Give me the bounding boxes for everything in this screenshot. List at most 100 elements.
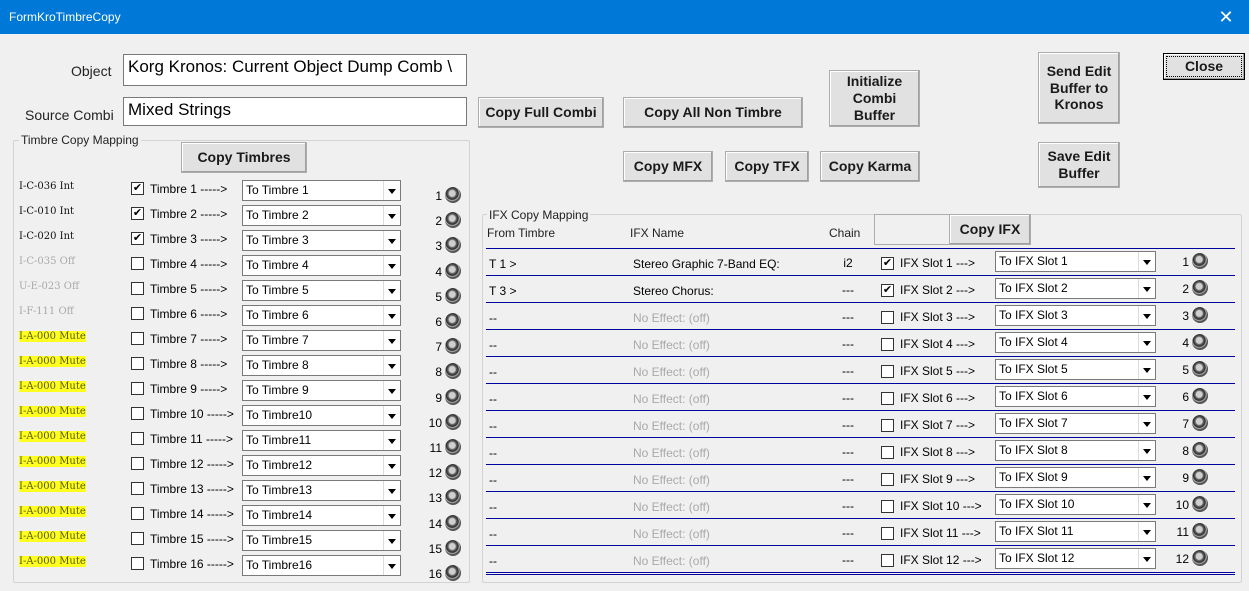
chevron-down-icon[interactable] xyxy=(383,406,400,425)
ifx-target-select-11[interactable]: To IFX Slot 11 xyxy=(995,521,1156,542)
timbre-target-select-11[interactable]: To Timbre11 xyxy=(242,430,401,451)
chevron-down-icon[interactable] xyxy=(383,356,400,375)
timbre-target-select-14[interactable]: To Timbre14 xyxy=(242,505,401,526)
timbre-checkbox-7[interactable] xyxy=(131,332,144,345)
ifx-target-select-10[interactable]: To IFX Slot 10 xyxy=(995,494,1156,515)
ifx-checkbox-9[interactable] xyxy=(881,473,894,486)
copy-timbres-button[interactable]: Copy Timbres xyxy=(181,142,307,173)
ifx-checkbox-8[interactable] xyxy=(881,446,894,459)
timbre-checkbox-3[interactable]: ✔ xyxy=(131,232,144,245)
ifx-checkbox-11[interactable] xyxy=(881,527,894,540)
ifx-target-select-4[interactable]: To IFX Slot 4 xyxy=(995,332,1156,353)
timbre-checkbox-12[interactable] xyxy=(131,457,144,470)
ifx-target-select-3[interactable]: To IFX Slot 3 xyxy=(995,305,1156,326)
ifx-checkbox-6[interactable] xyxy=(881,392,894,405)
ifx-target-select-2[interactable]: To IFX Slot 2 xyxy=(995,278,1156,299)
timbre-checkbox-10[interactable] xyxy=(131,407,144,420)
ifx-target-select-12[interactable]: To IFX Slot 12 xyxy=(995,548,1156,569)
chevron-down-icon[interactable] xyxy=(383,456,400,475)
ifx-checkbox-2[interactable]: ✔ xyxy=(881,284,894,297)
timbre-target-select-5[interactable]: To Timbre 5 xyxy=(242,280,401,301)
ifx-checkbox-12[interactable] xyxy=(881,554,894,567)
chevron-down-icon[interactable] xyxy=(383,281,400,300)
chevron-down-icon[interactable] xyxy=(1138,495,1155,514)
timbre-checkbox-5[interactable] xyxy=(131,282,144,295)
timbre-checkbox-14[interactable] xyxy=(131,507,144,520)
chevron-down-icon[interactable] xyxy=(383,431,400,450)
timbre-checkbox-11[interactable] xyxy=(131,432,144,445)
timbre-target-select-3[interactable]: To Timbre 3 xyxy=(242,230,401,251)
chevron-down-icon[interactable] xyxy=(1138,441,1155,460)
chevron-down-icon[interactable] xyxy=(1138,306,1155,325)
timbre-checkbox-9[interactable] xyxy=(131,382,144,395)
timbre-checkbox-1[interactable]: ✔ xyxy=(131,182,144,195)
chevron-down-icon[interactable] xyxy=(383,331,400,350)
timbre-target-select-10[interactable]: To Timbre10 xyxy=(242,405,401,426)
chevron-down-icon[interactable] xyxy=(1138,387,1155,406)
ifx-checkbox-7[interactable] xyxy=(881,419,894,432)
timbre-target-select-9[interactable]: To Timbre 9 xyxy=(242,380,401,401)
timbre-target-select-2[interactable]: To Timbre 2 xyxy=(242,205,401,226)
chevron-down-icon[interactable] xyxy=(1138,468,1155,487)
ifx-checkbox-1[interactable]: ✔ xyxy=(881,257,894,270)
copy-karma-button[interactable]: Copy Karma xyxy=(820,151,920,182)
send-edit-buffer-button[interactable]: Send Edit Buffer to Kronos xyxy=(1038,52,1120,124)
timbre-target-select-16[interactable]: To Timbre16 xyxy=(242,555,401,576)
ifx-target-select-6[interactable]: To IFX Slot 6 xyxy=(995,386,1156,407)
timbre-target-select-13[interactable]: To Timbre13 xyxy=(242,480,401,501)
chevron-down-icon[interactable] xyxy=(1138,414,1155,433)
ifx-target-select-9[interactable]: To IFX Slot 9 xyxy=(995,467,1156,488)
timbre-target-select-1[interactable]: To Timbre 1 xyxy=(242,180,401,201)
chevron-down-icon[interactable] xyxy=(383,556,400,575)
chevron-down-icon[interactable] xyxy=(383,481,400,500)
ifx-checkbox-5[interactable] xyxy=(881,365,894,378)
source-combi-field[interactable]: Mixed Strings xyxy=(123,97,467,126)
timbre-checkbox-6[interactable] xyxy=(131,307,144,320)
ifx-checkbox-4[interactable] xyxy=(881,338,894,351)
copy-all-non-timbre-button[interactable]: Copy All Non Timbre xyxy=(623,97,803,128)
initialize-combi-buffer-button[interactable]: Initialize Combi Buffer xyxy=(829,70,920,127)
chevron-down-icon[interactable] xyxy=(383,231,400,250)
timbre-program-8: I-A-000 Mute xyxy=(19,356,86,367)
ifx-target-select-8[interactable]: To IFX Slot 8 xyxy=(995,440,1156,461)
ifx-checkbox-10[interactable] xyxy=(881,500,894,513)
chevron-down-icon[interactable] xyxy=(1138,333,1155,352)
copy-ifx-button[interactable]: Copy IFX xyxy=(949,214,1031,245)
ifx-name-10: No Effect: (off) xyxy=(633,500,710,514)
chevron-down-icon[interactable] xyxy=(383,506,400,525)
ifx-checkbox-3[interactable] xyxy=(881,311,894,324)
chevron-down-icon[interactable] xyxy=(1138,360,1155,379)
copy-tfx-button[interactable]: Copy TFX xyxy=(725,151,809,182)
chevron-down-icon[interactable] xyxy=(383,181,400,200)
copy-full-combi-button[interactable]: Copy Full Combi xyxy=(478,97,604,128)
timbre-target-select-8[interactable]: To Timbre 8 xyxy=(242,355,401,376)
chevron-down-icon[interactable] xyxy=(383,206,400,225)
copy-mfx-button[interactable]: Copy MFX xyxy=(623,151,713,182)
chevron-down-icon[interactable] xyxy=(383,531,400,550)
timbre-target-select-6[interactable]: To Timbre 6 xyxy=(242,305,401,326)
ifx-target-select-1[interactable]: To IFX Slot 1 xyxy=(995,251,1156,272)
timbre-target-select-12[interactable]: To Timbre12 xyxy=(242,455,401,476)
ifx-target-select-5[interactable]: To IFX Slot 5 xyxy=(995,359,1156,380)
timbre-target-select-7[interactable]: To Timbre 7 xyxy=(242,330,401,351)
timbre-target-select-15[interactable]: To Timbre15 xyxy=(242,530,401,551)
timbre-checkbox-8[interactable] xyxy=(131,357,144,370)
ifx-target-select-7[interactable]: To IFX Slot 7 xyxy=(995,413,1156,434)
save-edit-buffer-button[interactable]: Save Edit Buffer xyxy=(1038,142,1120,188)
chevron-down-icon[interactable] xyxy=(1138,279,1155,298)
chevron-down-icon[interactable] xyxy=(383,306,400,325)
close-button[interactable]: Close xyxy=(1163,53,1245,80)
chevron-down-icon[interactable] xyxy=(1138,549,1155,568)
timbre-checkbox-4[interactable] xyxy=(131,257,144,270)
chevron-down-icon[interactable] xyxy=(383,381,400,400)
timbre-target-select-4[interactable]: To Timbre 4 xyxy=(242,255,401,276)
close-icon[interactable]: ✕ xyxy=(1203,0,1249,34)
chevron-down-icon[interactable] xyxy=(1138,252,1155,271)
chevron-down-icon[interactable] xyxy=(1138,522,1155,541)
timbre-checkbox-2[interactable]: ✔ xyxy=(131,207,144,220)
chevron-down-icon[interactable] xyxy=(383,256,400,275)
object-field[interactable]: Korg Kronos: Current Object Dump Comb \ xyxy=(123,54,467,86)
timbre-checkbox-15[interactable] xyxy=(131,532,144,545)
timbre-checkbox-13[interactable] xyxy=(131,482,144,495)
timbre-checkbox-16[interactable] xyxy=(131,557,144,570)
